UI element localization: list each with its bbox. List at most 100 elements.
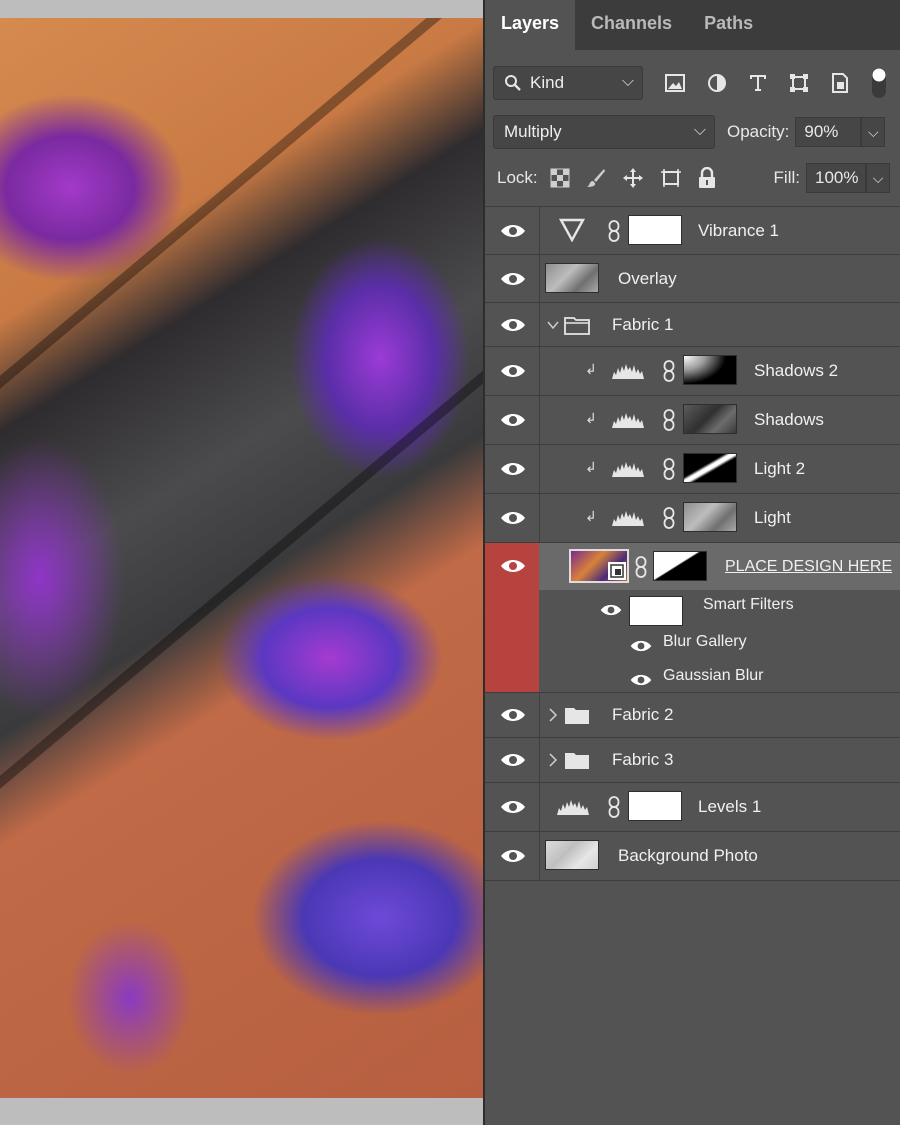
lock-row: Lock: Fill: 100% ⌵ (497, 160, 890, 196)
eye-icon[interactable] (499, 557, 527, 575)
opacity-dropdown[interactable]: ⌵ (861, 117, 886, 147)
layer-thumbnail[interactable] (545, 840, 599, 870)
filter-name: Gaussian Blur (663, 667, 764, 684)
layer-name: Fabric 1 (612, 314, 674, 334)
shape-filter-icon[interactable] (789, 73, 809, 93)
layer-name: Levels 1 (698, 797, 762, 816)
smart-object-thumbnail[interactable] (569, 548, 629, 583)
layer-mask-thumbnail[interactable] (683, 355, 737, 385)
eye-icon[interactable] (499, 706, 527, 724)
image-filter-icon[interactable] (665, 74, 685, 92)
layer-group-fabric-2[interactable]: Fabric 2 (485, 692, 900, 737)
eye-icon[interactable] (499, 751, 527, 769)
blend-mode-select[interactable]: Multiply ⌵ (493, 115, 715, 149)
layer-overlay[interactable]: Overlay (485, 254, 900, 302)
document-canvas[interactable] (0, 0, 483, 1125)
eye-icon[interactable] (499, 316, 527, 334)
eye-icon[interactable] (499, 362, 527, 380)
filter-toggle-icon[interactable] (871, 67, 887, 99)
eye-icon[interactable] (499, 509, 527, 527)
lock-position-icon[interactable] (622, 167, 644, 189)
eye-icon[interactable] (499, 847, 527, 865)
layer-name: Light 2 (754, 459, 806, 478)
chevron-right-icon[interactable] (548, 753, 558, 767)
link-icon[interactable] (663, 360, 675, 382)
fill-input[interactable]: 100% (806, 163, 866, 193)
layer-levels-1[interactable]: Levels 1 (485, 782, 900, 831)
opacity-input[interactable]: 90% (795, 117, 862, 147)
filter-gaussian-blur[interactable]: Gaussian Blur (539, 660, 900, 692)
lock-all-icon[interactable] (698, 167, 716, 189)
folder-icon (565, 708, 589, 724)
vibrance-adjustment-icon (559, 218, 585, 242)
lock-artboard-icon[interactable] (660, 168, 682, 188)
filter-blur-gallery[interactable]: Blur Gallery (539, 626, 900, 658)
eye-icon[interactable] (499, 222, 527, 240)
link-icon[interactable] (608, 219, 620, 242)
link-icon[interactable] (635, 555, 647, 578)
clipping-mask-icon: ↲ (585, 361, 597, 377)
levels-adjustment-icon (612, 511, 644, 526)
eye-icon[interactable] (499, 798, 527, 816)
filter-name: Blur Gallery (663, 633, 747, 650)
layer-name: Fabric 3 (612, 750, 674, 769)
layer-mask-thumbnail[interactable] (683, 404, 737, 434)
smart-object-filter-icon[interactable] (831, 73, 849, 93)
eye-icon[interactable] (629, 672, 653, 688)
smart-filters-row[interactable]: Smart Filters (539, 590, 900, 626)
lock-paint-icon[interactable] (586, 168, 606, 188)
opacity-label: Opacity: (727, 122, 790, 141)
fabric-fold (0, 18, 483, 487)
tab-layers[interactable]: Layers (485, 0, 576, 50)
chevron-down-icon[interactable] (547, 320, 559, 330)
link-icon[interactable] (663, 458, 675, 480)
layer-group-fabric-3[interactable]: Fabric 3 (485, 737, 900, 782)
tab-paths[interactable]: Paths (688, 0, 769, 50)
layer-shadows[interactable]: ↲ Shadows (485, 395, 900, 444)
tab-channels[interactable]: Channels (575, 0, 688, 50)
folder-icon (565, 753, 589, 769)
layer-group-fabric-1[interactable]: Fabric 1 (485, 302, 900, 346)
layer-shadows-2[interactable]: ↲ Shadows 2 (485, 346, 900, 395)
layer-light-2[interactable]: ↲ Light 2 (485, 444, 900, 493)
layer-mask-thumbnail[interactable] (628, 791, 682, 821)
layer-thumbnail[interactable] (545, 262, 599, 293)
folder-open-icon (564, 316, 590, 335)
layer-place-design-here-group: PLACE DESIGN HERE Smart Filters Blur Gal… (485, 542, 900, 692)
eye-icon[interactable] (499, 460, 527, 478)
layer-mask-thumbnail[interactable] (653, 550, 707, 581)
link-icon[interactable] (608, 796, 620, 818)
layer-place-design-here[interactable]: PLACE DESIGN HERE (539, 543, 900, 590)
eye-icon[interactable] (629, 638, 653, 654)
eye-icon[interactable] (499, 411, 527, 429)
layer-name: Light (754, 508, 791, 527)
link-icon[interactable] (663, 409, 675, 431)
chevron-down-icon: ⌵ (621, 73, 634, 90)
layer-mask-thumbnail[interactable] (628, 214, 682, 245)
layer-vibrance-1[interactable]: Vibrance 1 (485, 206, 900, 254)
layer-name: Shadows (754, 410, 824, 429)
smart-object-badge-icon (608, 561, 626, 580)
chevron-right-icon[interactable] (548, 708, 558, 722)
layer-mask-thumbnail[interactable] (683, 453, 737, 483)
fill-label: Fill: (773, 168, 800, 187)
lock-transparent-icon[interactable] (550, 168, 570, 188)
eye-icon[interactable] (599, 602, 623, 618)
fill-dropdown[interactable]: ⌵ (866, 163, 890, 193)
levels-adjustment-icon (557, 800, 589, 815)
type-filter-icon[interactable] (749, 74, 767, 92)
layer-mask-thumbnail[interactable] (683, 502, 737, 532)
eye-icon[interactable] (499, 270, 527, 288)
clipping-mask-icon: ↲ (585, 410, 597, 426)
blend-row: Multiply ⌵ Opacity: 90% ⌵ (493, 114, 890, 150)
adjustment-filter-icon[interactable] (707, 73, 727, 93)
layer-background-photo[interactable]: Background Photo (485, 831, 900, 881)
fabric-fold (0, 364, 483, 887)
levels-adjustment-icon (612, 413, 644, 428)
smart-filter-mask-thumbnail[interactable] (629, 596, 683, 626)
layer-light[interactable]: ↲ Light (485, 493, 900, 542)
link-icon[interactable] (663, 507, 675, 529)
levels-adjustment-icon (612, 462, 644, 477)
layer-name: Background Photo (618, 846, 758, 865)
filter-kind-select[interactable]: Kind ⌵ (493, 66, 643, 100)
